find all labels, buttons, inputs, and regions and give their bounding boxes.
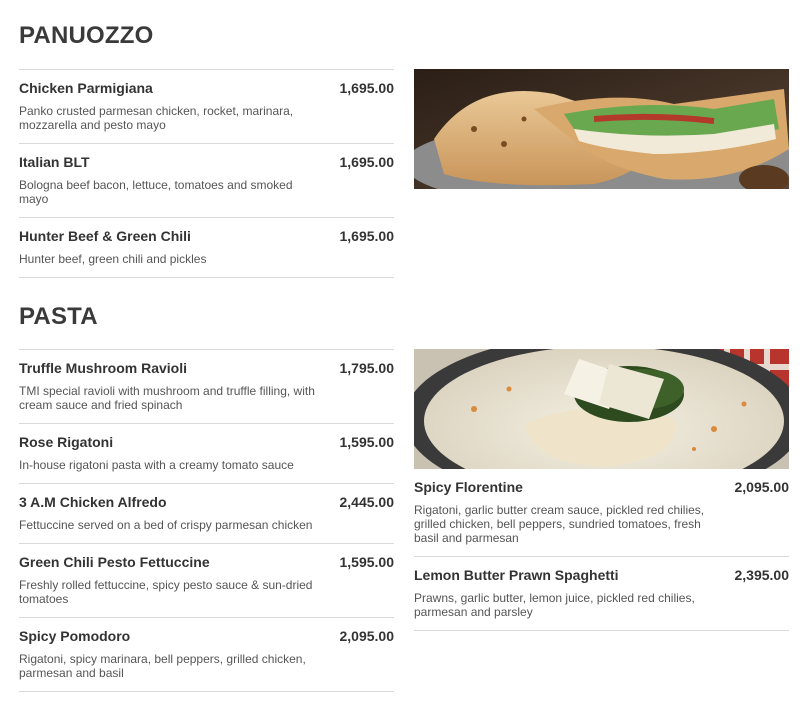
item-price: 2,095.00 [734,479,790,495]
item-name: Hunter Beef & Green Chili [19,228,191,244]
section-title-panuozzo: PANUOZZO [19,22,154,49]
item-price: 1,695.00 [339,154,395,170]
item-name: Lemon Butter Prawn Spaghetti [414,567,619,583]
item-name: Spicy Florentine [414,479,523,495]
item-price: 2,095.00 [339,628,395,644]
menu-item[interactable]: 3 A.M Chicken Alfredo 2,445.00 Fettuccin… [19,484,394,544]
item-name: 3 A.M Chicken Alfredo [19,494,167,510]
item-description: Hunter beef, green chili and pickles [19,252,207,266]
menu-item[interactable]: Lemon Butter Prawn Spaghetti 2,395.00 Pr… [414,557,789,631]
item-name: Truffle Mushroom Ravioli [19,360,188,376]
item-name: Chicken Parmigiana [19,80,153,96]
menu-item[interactable]: Spicy Florentine 2,095.00 Rigatoni, garl… [414,469,789,557]
item-description: Panko crusted parmesan chicken, rocket, … [19,104,294,132]
menu-item[interactable]: Green Chili Pesto Fettuccine 1,595.00 Fr… [19,544,394,618]
item-price: 1,795.00 [339,360,395,376]
item-price: 1,595.00 [339,434,395,450]
menu-item[interactable]: Italian BLT 1,695.00 Bologna beef bacon,… [19,144,394,218]
panuozzo-sandwich-image [414,69,789,189]
item-description: Rigatoni, spicy marinara, bell peppers, … [19,652,306,680]
menu-item[interactable]: Hunter Beef & Green Chili 1,695.00 Hunte… [19,218,394,278]
item-price: 2,445.00 [339,494,395,510]
section-title-pasta: PASTA [19,303,98,330]
item-description: Freshly rolled fettuccine, spicy pesto s… [19,578,313,606]
item-description: Bologna beef bacon, lettuce, tomatoes an… [19,178,293,206]
item-name: Rose Rigatoni [19,434,114,450]
item-description: Rigatoni, garlic butter cream sauce, pic… [414,503,705,545]
item-name: Green Chili Pesto Fettuccine [19,554,210,570]
item-description: Prawns, garlic butter, lemon juice, pick… [414,591,695,619]
pasta-menu-list: Truffle Mushroom Ravioli 1,795.00 TMI sp… [19,349,394,692]
menu-item[interactable]: Spicy Pomodoro 2,095.00 Rigatoni, spicy … [19,618,394,692]
ravioli-pasta-image [414,349,789,469]
pasta-menu-list-side: Spicy Florentine 2,095.00 Rigatoni, garl… [414,469,789,631]
item-name: Italian BLT [19,154,90,170]
item-price: 1,595.00 [339,554,395,570]
item-description: Fettuccine served on a bed of crispy par… [19,518,313,532]
item-name: Spicy Pomodoro [19,628,131,644]
item-price: 1,695.00 [339,228,395,244]
item-description: In-house rigatoni pasta with a creamy to… [19,458,294,472]
item-description: TMI special ravioli with mushroom and tr… [19,384,315,412]
panuozzo-menu-list: Chicken Parmigiana 1,695.00 Panko cruste… [19,69,394,278]
item-price: 1,695.00 [339,80,395,96]
menu-item[interactable]: Rose Rigatoni 1,595.00 In-house rigatoni… [19,424,394,484]
item-price: 2,395.00 [734,567,790,583]
menu-item[interactable]: Chicken Parmigiana 1,695.00 Panko cruste… [19,70,394,144]
menu-item[interactable]: Truffle Mushroom Ravioli 1,795.00 TMI sp… [19,350,394,424]
